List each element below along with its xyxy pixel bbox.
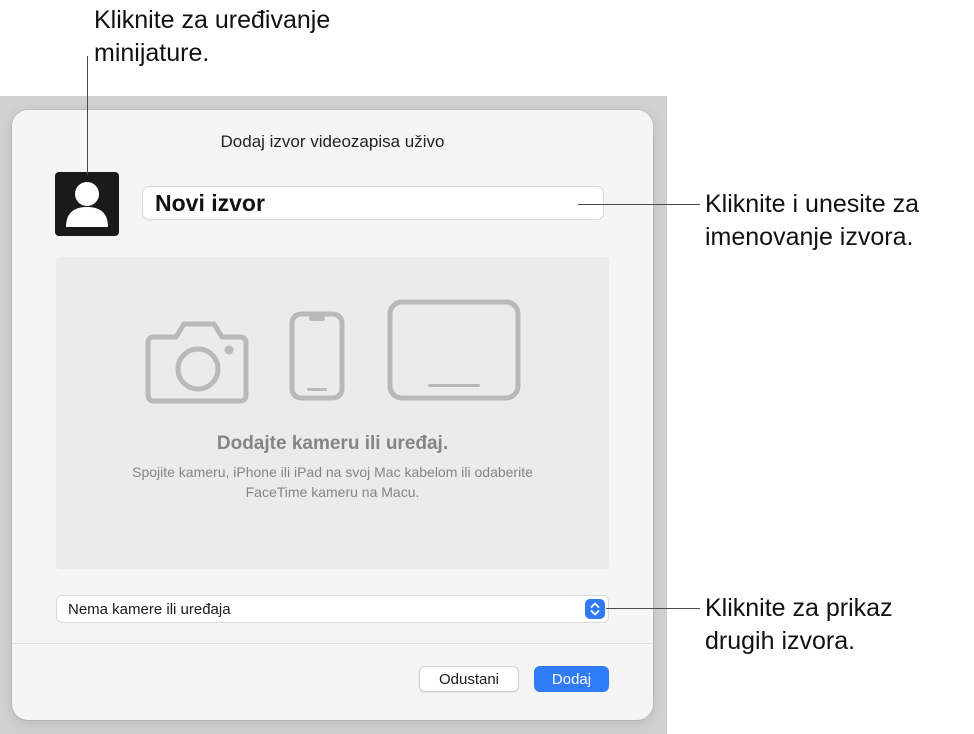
dialog-title: Dodaj izvor videozapisa uživo: [220, 132, 445, 151]
thumbnail-button[interactable]: [55, 172, 119, 236]
callout-source: Kliknite za prikaz drugih izvora.: [705, 594, 893, 655]
callout-name: Kliknite i unesite za imenovanje izvora.: [705, 190, 920, 251]
footer-divider: [12, 643, 653, 644]
drop-area-title: Dodajte kameru ili uređaj.: [216, 433, 449, 454]
stepper-chevrons-icon[interactable]: [585, 599, 605, 619]
source-select-value: Nema kamere ili uređaja: [68, 601, 231, 618]
add-button[interactable]: Dodaj: [534, 666, 609, 692]
camera-icon: [145, 321, 249, 404]
add-live-video-source-dialog: Dodaj izvor videozapisa uživo Dodajte ka…: [12, 110, 653, 720]
callout-thumbnail-leader: [87, 56, 88, 175]
drop-area-description: Spojite kameru, iPhone ili iPad na svoj …: [132, 464, 533, 500]
person-silhouette-icon: [66, 182, 108, 227]
device-drop-area: Dodajte kameru ili uređaj. Spojite kamer…: [56, 257, 609, 569]
source-name-input[interactable]: [142, 186, 604, 220]
iphone-icon: [289, 311, 345, 401]
callout-name-leader: [578, 204, 700, 205]
ipad-icon: [387, 299, 521, 401]
source-select[interactable]: Nema kamere ili uređaja: [56, 595, 609, 623]
callout-thumbnail: Kliknite za uređivanje minijature.: [94, 6, 331, 67]
cancel-button[interactable]: Odustani: [419, 666, 519, 692]
callout-source-leader: [606, 608, 700, 609]
